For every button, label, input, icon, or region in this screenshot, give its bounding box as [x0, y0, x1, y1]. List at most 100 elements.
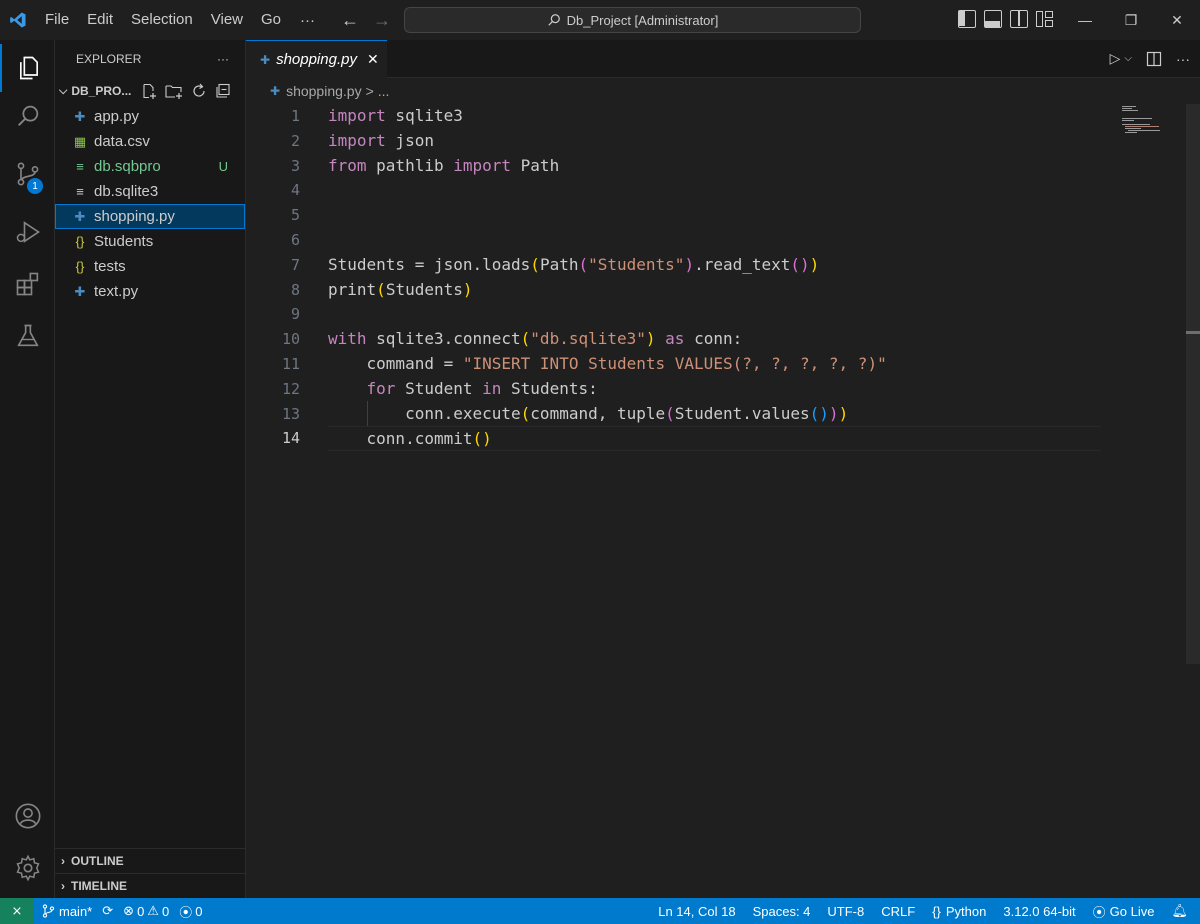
chevron-right-icon: › — [61, 854, 65, 868]
csv-icon: ▦ — [73, 133, 87, 149]
file-tests[interactable]: {} tests — [55, 254, 245, 279]
accounts-icon[interactable] — [0, 792, 55, 840]
go-live-label: Go Live — [1109, 903, 1155, 919]
python-icon: ✚ — [270, 84, 281, 98]
toggle-secondary-sidebar-icon[interactable] — [1010, 10, 1028, 28]
explorer-icon[interactable] — [0, 44, 55, 92]
file-label: app.py — [94, 108, 140, 125]
refresh-icon[interactable] — [191, 83, 207, 99]
error-count: 0 — [137, 903, 145, 919]
notifications-bell-icon[interactable]: 🔔︎ — [1171, 903, 1188, 919]
minimize-icon[interactable]: — — [1062, 0, 1108, 40]
scrollbar-cursor-marker — [1186, 331, 1200, 334]
encoding[interactable]: UTF-8 — [827, 904, 864, 919]
collapse-all-icon[interactable] — [215, 83, 231, 99]
outline-label: OUTLINE — [71, 854, 124, 868]
code-line: import json — [328, 130, 434, 150]
menu-file[interactable]: File — [36, 0, 78, 40]
tab-shopping-py[interactable]: ✚ shopping.py ✕ — [246, 40, 387, 78]
restore-icon[interactable]: ❐ — [1108, 0, 1154, 40]
code-editor[interactable]: 1 2 3 4 5 6 7 8 9 10 11 12 13 14 import … — [246, 104, 1200, 898]
end-of-line[interactable]: CRLF — [881, 904, 915, 919]
minimap[interactable] — [1120, 104, 1180, 144]
settings-gear-icon[interactable] — [0, 844, 55, 892]
close-icon[interactable]: ✕ — [367, 51, 379, 68]
sync-icon[interactable]: ⟳ — [102, 903, 113, 919]
chevron-down-icon[interactable]: ⌵ — [1124, 53, 1132, 64]
run-debug-icon[interactable] — [0, 208, 55, 256]
cursor-position[interactable]: Ln 14, Col 18 — [658, 904, 735, 919]
file-app-py[interactable]: ✚ app.py — [55, 104, 245, 129]
toggle-primary-sidebar-icon[interactable] — [958, 10, 976, 28]
breadcrumb-separator: > — [365, 83, 374, 99]
json-icon: {} — [75, 234, 85, 249]
workspace-folder[interactable]: ⌵ DB_PRO... — [55, 78, 245, 104]
breadcrumb-more[interactable]: ... — [378, 83, 390, 99]
branch-label: main* — [59, 903, 93, 919]
file-label: data.csv — [94, 133, 150, 150]
go-live-button[interactable]: ⦿ Go Live — [1093, 902, 1155, 921]
line-number: 2 — [290, 131, 300, 150]
file-db-sqlite3[interactable]: ≡ db.sqlite3 — [55, 179, 245, 204]
file-label: db.sqbpro — [94, 158, 161, 175]
git-untracked-badge: U — [218, 159, 228, 174]
remote-indicator-icon[interactable]: ⨯ — [0, 898, 34, 924]
file-text-py[interactable]: ✚ text.py — [55, 279, 245, 304]
testing-flask-icon[interactable] — [0, 312, 55, 360]
outline-section[interactable]: › OUTLINE — [55, 848, 246, 873]
search-activity-icon[interactable] — [0, 92, 55, 140]
editor-scrollbar[interactable] — [1186, 104, 1200, 664]
forward-arrow-icon[interactable]: → — [373, 10, 391, 31]
file-db-sqbpro[interactable]: ≡ db.sqbpro U — [55, 154, 245, 179]
ports-status[interactable]: ⦿ 0 — [179, 902, 202, 921]
command-center-search[interactable]: Db_Project [Administrator] — [404, 7, 861, 33]
run-python-file-icon[interactable]: ▷ — [1110, 50, 1121, 67]
menu-more-icon[interactable]: ··· — [290, 12, 325, 29]
new-folder-icon[interactable] — [165, 83, 183, 99]
file-label: tests — [94, 258, 126, 275]
menu-view[interactable]: View — [202, 0, 252, 40]
line-number: 9 — [290, 305, 300, 324]
lines-icon: ≡ — [76, 159, 84, 174]
source-control-icon[interactable]: 1 — [0, 150, 55, 198]
code-line: Students = json.loads(Path("Students").r… — [328, 254, 820, 274]
title-bar: File Edit Selection View Go ··· ← → Db_P… — [0, 0, 1200, 40]
line-number-current: 14 — [281, 429, 300, 448]
line-number: 3 — [290, 156, 300, 175]
toggle-panel-icon[interactable] — [984, 10, 1002, 28]
code-line: command = "INSERT INTO Students VALUES(?… — [328, 353, 887, 373]
vscode-logo-icon — [0, 0, 36, 40]
timeline-section[interactable]: › TIMELINE — [55, 873, 246, 898]
more-actions-icon[interactable]: ··· — [1176, 51, 1190, 67]
code-line: for Student in Students: — [366, 378, 598, 398]
menu-go[interactable]: Go — [252, 0, 290, 40]
file-label: Students — [94, 233, 154, 250]
breadcrumb-file[interactable]: shopping.py — [286, 83, 362, 99]
python-icon: ✚ — [74, 283, 86, 299]
branch-status[interactable]: main* — [42, 904, 92, 919]
back-arrow-icon[interactable]: ← — [341, 10, 359, 31]
problems-status[interactable]: ⊗ 0 ⚠ 0 — [123, 903, 169, 919]
ports-count: 0 — [195, 903, 203, 919]
menu-edit[interactable]: Edit — [78, 0, 122, 40]
new-file-icon[interactable] — [141, 83, 157, 99]
chevron-right-icon: › — [61, 879, 65, 893]
customize-layout-icon[interactable] — [1036, 10, 1054, 28]
file-tree: ✚ app.py ▦ data.csv ≡ db.sqbpro U ≡ db.s… — [55, 104, 245, 304]
chevron-down-icon: ⌵ — [59, 84, 68, 97]
file-label: db.sqlite3 — [94, 183, 159, 200]
breadcrumb: ✚ shopping.py > ... — [246, 78, 1200, 104]
file-shopping-py[interactable]: ✚ shopping.py — [55, 204, 245, 229]
extensions-icon[interactable] — [0, 260, 55, 308]
language-mode[interactable]: {} Python — [932, 904, 986, 919]
file-students[interactable]: {} Students — [55, 229, 245, 254]
close-window-icon[interactable]: ✕ — [1154, 0, 1200, 40]
explorer-more-icon[interactable]: ··· — [217, 52, 229, 66]
indentation[interactable]: Spaces: 4 — [753, 904, 811, 919]
file-data-csv[interactable]: ▦ data.csv — [55, 129, 245, 154]
python-interpreter[interactable]: 3.12.0 64-bit — [1003, 904, 1075, 919]
menu-selection[interactable]: Selection — [122, 0, 202, 40]
split-editor-icon[interactable] — [1146, 51, 1162, 67]
